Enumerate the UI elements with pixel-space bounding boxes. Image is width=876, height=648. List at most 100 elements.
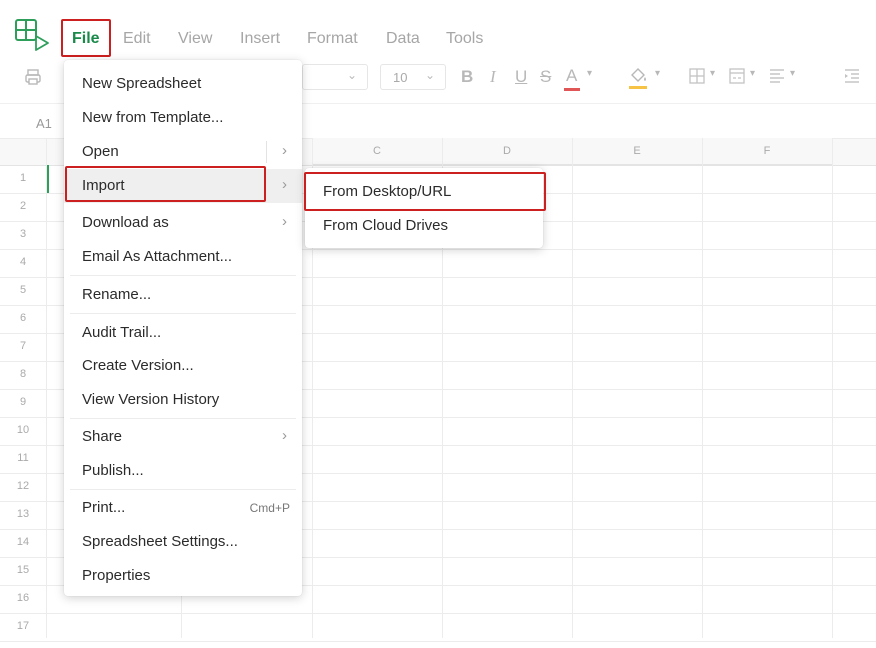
row-number[interactable]: 10 — [0, 424, 46, 436]
menu-item-label: New Spreadsheet — [82, 75, 202, 92]
menu-item-label: New from Template... — [82, 109, 224, 126]
row-number[interactable]: 4 — [0, 256, 46, 268]
from-desktop-url-highlight — [304, 172, 546, 211]
bold-button[interactable]: B — [461, 67, 473, 87]
menu-item-print[interactable]: Print... Cmd+P — [64, 492, 302, 524]
menu-item-email-as-attachment[interactable]: Email As Attachment... — [64, 241, 302, 273]
chevron-down-icon: ⌄ — [424, 68, 435, 82]
menu-item-open[interactable]: Open › — [64, 136, 302, 168]
row-number[interactable]: 15 — [0, 564, 46, 576]
menu-item-label: View Version History — [82, 391, 220, 408]
menu-item-new-spreadsheet[interactable]: New Spreadsheet — [64, 68, 302, 100]
column-header-c[interactable]: C — [312, 138, 442, 165]
menu-item-new-from-template[interactable]: New from Template... — [64, 102, 302, 134]
menu-item-label: Print... — [82, 499, 126, 516]
indent-icon[interactable] — [843, 68, 861, 84]
file-menu-highlight — [61, 19, 111, 57]
menu-view[interactable]: View — [178, 30, 212, 48]
cell-reference[interactable]: A1 — [36, 116, 52, 131]
menu-separator — [70, 418, 296, 419]
menu-item-share[interactable]: Share › — [64, 421, 302, 453]
grid-line — [0, 641, 876, 642]
chevron-right-icon: › — [282, 176, 287, 193]
grid-line — [572, 138, 573, 638]
menu-tools[interactable]: Tools — [446, 30, 483, 48]
grid-line — [46, 138, 47, 638]
menu-item-spreadsheet-settings[interactable]: Spreadsheet Settings... — [64, 526, 302, 558]
strikethrough-button[interactable]: S — [540, 67, 551, 87]
grid-line — [702, 138, 703, 638]
italic-button[interactable]: I — [490, 67, 496, 87]
menu-item-label: Download as — [82, 214, 169, 231]
menu-item-download-as[interactable]: Download as › — [64, 207, 302, 239]
menu-item-label: Share — [82, 428, 123, 445]
font-color-swatch — [564, 88, 580, 91]
menu-item-publish[interactable]: Publish... — [64, 455, 302, 487]
row-number[interactable]: 3 — [0, 228, 46, 240]
align-left-icon[interactable] — [768, 68, 786, 84]
menu-data[interactable]: Data — [386, 30, 420, 48]
row-number[interactable]: 11 — [0, 452, 46, 464]
column-header-e[interactable]: E — [572, 138, 702, 165]
menu-item-from-cloud-drives[interactable]: From Cloud Drives — [305, 208, 543, 244]
row-number[interactable]: 2 — [0, 200, 46, 212]
font-color-button[interactable]: A — [564, 66, 580, 91]
menu-item-label: Publish... — [82, 462, 144, 479]
menu-item-label: From Cloud Drives — [323, 217, 449, 234]
menu-item-label: Email As Attachment... — [82, 248, 233, 265]
chevron-right-icon: › — [282, 213, 287, 230]
chevron-down-icon[interactable]: ▾ — [710, 68, 715, 79]
borders-icon[interactable] — [688, 67, 706, 85]
fill-color-icon[interactable] — [628, 66, 650, 90]
column-header-d[interactable]: D — [442, 138, 572, 165]
merge-cells-icon[interactable] — [728, 67, 746, 85]
menu-item-label: Properties — [82, 567, 151, 584]
row-number[interactable]: 13 — [0, 508, 46, 520]
row-number[interactable]: 17 — [0, 620, 46, 632]
file-menu: New Spreadsheet New from Template... Ope… — [64, 60, 302, 596]
menu-separator — [70, 313, 296, 314]
menu-item-audit-trail[interactable]: Audit Trail... — [64, 317, 302, 349]
grid-line — [0, 613, 876, 614]
underline-button[interactable]: U — [515, 67, 527, 87]
menu-separator — [70, 489, 296, 490]
row-number[interactable]: 7 — [0, 340, 46, 352]
menu-item-shortcut: Cmd+P — [249, 501, 290, 515]
font-size-value: 10 — [393, 70, 408, 85]
selected-cell-a1[interactable] — [47, 165, 49, 193]
row-number[interactable]: 6 — [0, 312, 46, 324]
menu-divider — [266, 141, 267, 163]
menu-insert[interactable]: Insert — [240, 30, 280, 48]
menu-separator — [70, 275, 296, 276]
chevron-down-icon[interactable]: ▾ — [655, 68, 660, 79]
row-number[interactable]: 14 — [0, 536, 46, 548]
menu-item-properties[interactable]: Properties — [64, 560, 302, 592]
grid-line — [832, 138, 833, 638]
menu-item-rename[interactable]: Rename... — [64, 279, 302, 311]
chevron-down-icon[interactable]: ▾ — [750, 68, 755, 79]
column-header-f[interactable]: F — [702, 138, 832, 165]
menu-format[interactable]: Format — [307, 30, 358, 48]
print-icon[interactable] — [24, 68, 42, 86]
chevron-down-icon: ⌄ — [346, 68, 357, 82]
row-number[interactable]: 5 — [0, 284, 46, 296]
font-size-select[interactable]: 10 ⌄ — [380, 64, 446, 90]
row-number[interactable]: 8 — [0, 368, 46, 380]
font-family-select[interactable]: ⌄ — [302, 64, 368, 90]
spreadsheet-logo-icon — [15, 19, 49, 51]
row-number[interactable]: 9 — [0, 396, 46, 408]
row-number[interactable]: 12 — [0, 480, 46, 492]
menu-item-label: Spreadsheet Settings... — [82, 533, 238, 550]
menu-item-label: Create Version... — [82, 357, 194, 374]
menu-edit[interactable]: Edit — [123, 30, 151, 48]
row-number[interactable]: 16 — [0, 592, 46, 604]
row-number[interactable]: 1 — [0, 172, 46, 184]
chevron-down-icon[interactable]: ▾ — [587, 68, 592, 79]
menu-item-view-version-history[interactable]: View Version History — [64, 384, 302, 416]
chevron-right-icon: › — [282, 427, 287, 444]
chevron-down-icon[interactable]: ▾ — [790, 68, 795, 79]
chevron-right-icon: › — [282, 142, 287, 159]
menu-item-create-version[interactable]: Create Version... — [64, 350, 302, 382]
menu-item-label: Rename... — [82, 286, 152, 303]
import-highlight — [65, 166, 266, 202]
